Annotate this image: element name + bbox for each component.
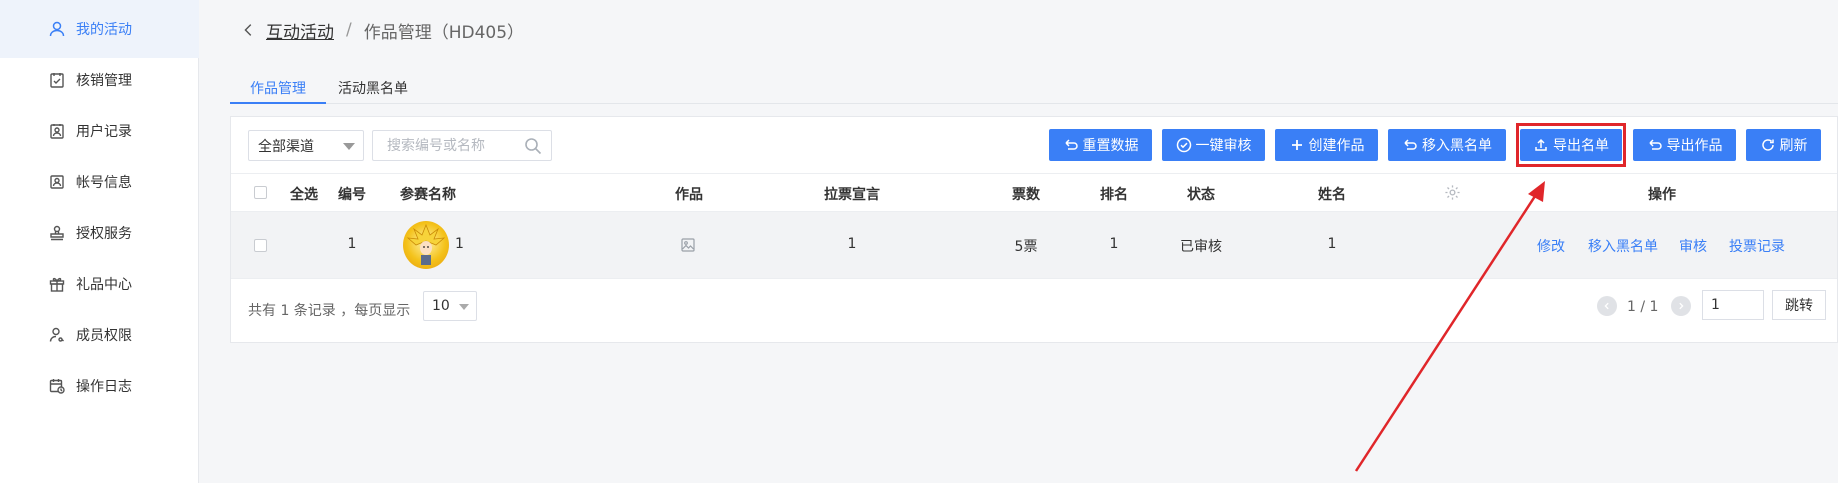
cell-slogan: 1 bbox=[847, 236, 857, 252]
tab-bar: 作品管理 活动黑名单 bbox=[230, 74, 1838, 104]
move-to-blacklist-label: 移入黑名单 bbox=[1422, 138, 1492, 154]
table-header: 全选 编号 参赛名称 作品 拉票宣言 票数 排名 状态 姓名 操作 bbox=[231, 173, 1837, 212]
move-to-blacklist-button[interactable]: 移入黑名单 bbox=[1388, 129, 1506, 161]
create-work-button[interactable]: 创建作品 bbox=[1275, 129, 1378, 161]
breadcrumb: 互动活动 / 作品管理（HD405） bbox=[240, 18, 525, 43]
sidebar: 我的活动 核销管理 用户记录 帐号信息 授权服务 礼品中心 成员权限 操作日志 bbox=[0, 0, 199, 483]
refresh-icon bbox=[1760, 137, 1776, 153]
cell-id: 1 bbox=[347, 236, 357, 252]
export-names-highlight-box bbox=[1516, 123, 1626, 167]
header-votes: 票数 bbox=[1012, 187, 1040, 203]
chevron-left-icon[interactable] bbox=[240, 21, 258, 39]
chevron-left-icon bbox=[1604, 302, 1609, 310]
plus-icon bbox=[1289, 137, 1305, 153]
sidebar-item-user-records[interactable]: 用户记录 bbox=[0, 102, 199, 160]
page-jump-input[interactable] bbox=[1702, 290, 1764, 320]
approve-all-button[interactable]: 一键审核 bbox=[1162, 129, 1265, 161]
sidebar-item-verification[interactable]: 核销管理 bbox=[0, 51, 199, 109]
sidebar-item-account-info[interactable]: 帐号信息 bbox=[0, 153, 199, 211]
page-indicator: 1 / 1 bbox=[1627, 299, 1659, 315]
refresh-label: 刷新 bbox=[1779, 138, 1808, 154]
user-card-icon bbox=[48, 122, 66, 140]
header-operations: 操作 bbox=[1648, 187, 1676, 203]
id-card-icon bbox=[48, 173, 66, 191]
gear-icon[interactable] bbox=[1444, 184, 1461, 205]
move-to-blacklist-link[interactable]: 移入黑名单 bbox=[1588, 236, 1658, 256]
search-icon[interactable] bbox=[524, 137, 542, 155]
user-icon bbox=[48, 20, 66, 38]
breadcrumb-separator: / bbox=[346, 20, 352, 40]
sidebar-item-label: 成员权限 bbox=[76, 328, 132, 344]
undo-icon bbox=[1647, 137, 1663, 153]
check-circle-icon bbox=[1176, 137, 1192, 153]
search-box bbox=[372, 130, 552, 161]
prev-page-button[interactable] bbox=[1597, 296, 1617, 316]
channel-select-value: 全部渠道 bbox=[258, 138, 314, 155]
sidebar-item-authorization[interactable]: 授权服务 bbox=[0, 204, 199, 262]
breadcrumb-current: 作品管理（HD405） bbox=[363, 22, 525, 43]
reset-data-button[interactable]: 重置数据 bbox=[1049, 129, 1152, 161]
chevron-right-icon bbox=[1679, 302, 1684, 310]
sidebar-item-member-permissions[interactable]: 成员权限 bbox=[0, 306, 199, 364]
search-input[interactable] bbox=[373, 131, 513, 160]
sidebar-item-label: 授权服务 bbox=[76, 226, 132, 242]
export-works-label: 导出作品 bbox=[1666, 138, 1723, 154]
header-status: 状态 bbox=[1187, 187, 1215, 203]
sidebar-item-gift-center[interactable]: 礼品中心 bbox=[0, 255, 199, 313]
cell-votes: 5票 bbox=[1014, 239, 1038, 255]
sidebar-item-my-activities[interactable]: 我的活动 bbox=[0, 0, 199, 58]
header-work: 作品 bbox=[675, 187, 703, 203]
gift-icon bbox=[48, 275, 66, 293]
table-row: 1 1 1 5票 1 已审核 1 修改 移入黑名单 审核 投票记录 bbox=[231, 212, 1837, 279]
avatar bbox=[403, 221, 449, 269]
header-name: 参赛名称 bbox=[400, 187, 456, 203]
sidebar-item-label: 帐号信息 bbox=[76, 175, 132, 191]
sidebar-item-label: 礼品中心 bbox=[76, 277, 132, 293]
page-size-value: 10 bbox=[432, 298, 450, 314]
cell-name: 1 bbox=[455, 236, 464, 252]
sidebar-item-label: 用户记录 bbox=[76, 124, 132, 140]
calendar-log-icon bbox=[48, 377, 66, 395]
caret-down-icon bbox=[459, 304, 469, 310]
image-icon[interactable] bbox=[680, 237, 696, 257]
header-fullname: 姓名 bbox=[1318, 187, 1346, 203]
review-link[interactable]: 审核 bbox=[1679, 236, 1707, 256]
sidebar-item-label: 核销管理 bbox=[76, 73, 132, 89]
select-all-checkbox[interactable] bbox=[254, 186, 267, 199]
row-checkbox[interactable] bbox=[254, 239, 267, 252]
undo-icon bbox=[1402, 137, 1418, 153]
works-panel: 全部渠道 重置数据 一键审核 创建作品 移入黑名单 导 bbox=[230, 116, 1838, 343]
total-records-text: 共有 1 条记录 ，每页显示 bbox=[248, 303, 411, 319]
page-size-select[interactable]: 10 bbox=[423, 291, 477, 321]
jump-button[interactable]: 跳转 bbox=[1772, 290, 1826, 320]
header-id: 编号 bbox=[338, 187, 366, 203]
export-works-button[interactable]: 导出作品 bbox=[1633, 129, 1736, 161]
undo-icon bbox=[1063, 137, 1079, 153]
header-rank: 排名 bbox=[1100, 187, 1128, 203]
reset-data-label: 重置数据 bbox=[1082, 138, 1139, 154]
check-clipboard-icon bbox=[48, 71, 66, 89]
sidebar-item-operation-log[interactable]: 操作日志 bbox=[0, 357, 199, 415]
sidebar-item-label: 操作日志 bbox=[76, 379, 132, 395]
approve-all-label: 一键审核 bbox=[1195, 138, 1252, 154]
stamp-icon bbox=[48, 224, 66, 242]
tab-works-management[interactable]: 作品管理 bbox=[230, 78, 326, 104]
cell-rank: 1 bbox=[1109, 236, 1119, 252]
header-slogan: 拉票宣言 bbox=[824, 187, 880, 203]
tab-activity-blacklist[interactable]: 活动黑名单 bbox=[338, 78, 408, 104]
caret-down-icon bbox=[343, 143, 355, 150]
cell-fullname: 1 bbox=[1327, 236, 1337, 252]
create-work-label: 创建作品 bbox=[1308, 138, 1365, 154]
header-select-all: 全选 bbox=[290, 187, 318, 203]
sidebar-item-label: 我的活动 bbox=[76, 22, 132, 38]
edit-link[interactable]: 修改 bbox=[1537, 236, 1565, 256]
channel-select[interactable]: 全部渠道 bbox=[248, 130, 364, 161]
user-key-icon bbox=[48, 326, 66, 344]
cell-status: 已审核 bbox=[1180, 239, 1222, 255]
breadcrumb-parent-link[interactable]: 互动活动 bbox=[266, 18, 334, 43]
refresh-button[interactable]: 刷新 bbox=[1746, 129, 1821, 161]
vote-log-link[interactable]: 投票记录 bbox=[1729, 236, 1785, 256]
next-page-button[interactable] bbox=[1671, 296, 1691, 316]
